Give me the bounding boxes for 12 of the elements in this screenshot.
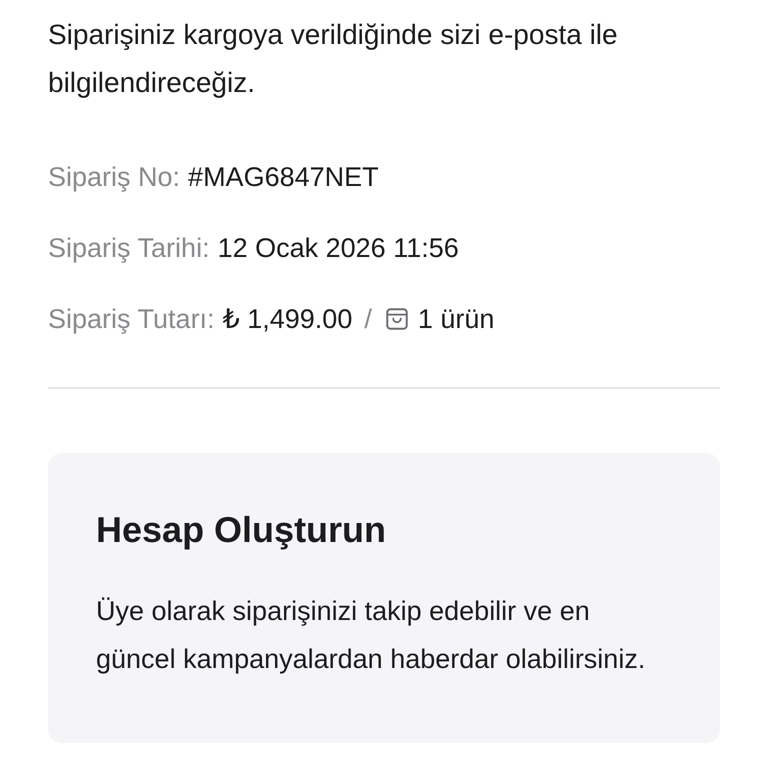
detail-value: #MAG6847NET [188,161,379,194]
item-count: 1 ürün [418,303,494,336]
detail-value: 12 Ocak 2026 11:56 [218,232,459,265]
detail-label: Sipariş Tarihi: [48,232,210,265]
info-paragraph: Siparişiniz kargoya verildiğinde sizi e-posta ile bilgilendireceğiz. [48,18,619,100]
detail-label: Sipariş No: [48,161,180,194]
card-text: Üye olarak siparişinizi takip edebilir ve en güncel kampanyalardan haberdar olabilirsiniz. [96,595,646,676]
card-title: Hesap Oluşturun [96,508,388,552]
detail-value: ₺ 1,499.00 [222,303,352,336]
shopping-bag-icon [384,306,410,332]
separator-text: / [364,303,372,336]
detail-label: Sipariş Tutarı: [48,303,215,336]
